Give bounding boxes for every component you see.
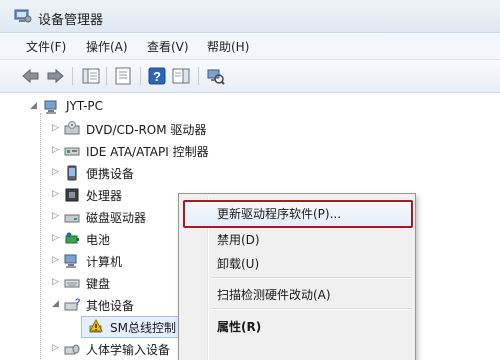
device-manager-icon — [14, 8, 32, 27]
computer-root-icon — [44, 99, 60, 115]
forward-icon[interactable] — [44, 65, 66, 87]
scan-hardware-menu-item[interactable]: 扫描检测硬件改动(A) — [217, 286, 331, 303]
menu-file[interactable]: 文件(F) — [26, 38, 66, 55]
expand-arrow-icon[interactable]: ▷ — [52, 343, 59, 353]
menu-help[interactable]: 帮助(H) — [207, 38, 249, 55]
expand-arrow-icon[interactable]: ▷ — [52, 167, 59, 177]
other-devices-icon: ? — [64, 297, 81, 313]
disk-drive-icon — [64, 209, 80, 225]
scan-hardware-icon[interactable] — [204, 65, 226, 87]
portable-device-icon — [64, 165, 80, 181]
expand-arrow-icon[interactable]: ▷ — [52, 123, 59, 133]
tree-item[interactable]: ▷ IDE ATA/ATAPI 控制器 — [0, 141, 500, 161]
window-title: 设备管理器 — [38, 13, 104, 28]
hid-icon — [64, 341, 80, 357]
tree-item-label: 处理器 — [86, 189, 123, 203]
disable-menu-item[interactable]: 禁用(D) — [217, 231, 260, 248]
collapse-arrow-icon[interactable]: ◢ — [52, 299, 59, 309]
tree-child-selected[interactable]: SM总线控制 — [81, 316, 193, 338]
tree-item-label: 便携设备 — [86, 167, 135, 181]
keyboard-icon — [64, 275, 80, 291]
update-driver-menu-item[interactable]: 更新驱动程序软件(P)... — [217, 205, 341, 222]
device-manager-window: 设备管理器 文件(F) 操作(A) 查看(V) 帮助(H) ? ◢ JYT-PC… — [0, 0, 500, 360]
svg-text:?: ? — [75, 297, 80, 307]
tree-item[interactable]: ▷ DVD/CD-ROM 驱动器 — [0, 119, 500, 139]
menu-view[interactable]: 查看(V) — [147, 38, 189, 55]
expand-arrow-icon[interactable]: ▷ — [52, 255, 59, 265]
tree-child-label: SM总线控制 — [110, 321, 176, 335]
menu-bar: 文件(F) 操作(A) 查看(V) 帮助(H) — [0, 33, 500, 60]
back-icon[interactable] — [20, 65, 42, 87]
expand-arrow-icon[interactable]: ▷ — [52, 277, 59, 287]
expand-arrow-icon[interactable]: ▷ — [52, 145, 59, 155]
expand-arrow-icon[interactable]: ▷ — [52, 189, 59, 199]
svg-text:?: ? — [153, 69, 161, 84]
tree-root[interactable]: ◢ JYT-PC — [0, 97, 500, 117]
processor-icon — [64, 187, 80, 203]
expand-arrow-icon[interactable]: ▷ — [52, 211, 59, 221]
tree-item-label: IDE ATA/ATAPI 控制器 — [86, 145, 209, 159]
action-pane-icon[interactable] — [170, 65, 192, 87]
battery-icon — [64, 231, 80, 247]
title-bar: 设备管理器 — [0, 0, 500, 33]
help-icon[interactable]: ? — [146, 65, 168, 87]
toolbar: ? — [0, 60, 500, 93]
collapse-arrow-icon[interactable]: ◢ — [30, 101, 37, 111]
computer-icon — [64, 253, 80, 269]
tree-item[interactable]: ▷ 便携设备 — [0, 163, 500, 183]
context-menu: 更新驱动程序软件(P)... 禁用(D) 卸载(U) 扫描检测硬件改动(A) 属… — [178, 193, 416, 360]
tree-item-label: 键盘 — [86, 277, 111, 291]
tree-item-label: 计算机 — [86, 255, 123, 269]
show-hide-console-tree-icon[interactable] — [80, 65, 102, 87]
uninstall-menu-item[interactable]: 卸载(U) — [217, 255, 259, 272]
ide-controller-icon — [64, 143, 80, 159]
properties-icon[interactable] — [112, 65, 134, 87]
tree-item-label: 磁盘驱动器 — [86, 211, 147, 225]
warning-device-icon — [88, 318, 104, 335]
dvd-drive-icon — [64, 121, 80, 137]
expand-arrow-icon[interactable]: ▷ — [52, 233, 59, 243]
tree-item-label: 其他设备 — [86, 299, 135, 313]
properties-menu-item[interactable]: 属性(R) — [217, 318, 261, 335]
tree-root-label: JYT-PC — [66, 99, 104, 113]
menu-action[interactable]: 操作(A) — [86, 38, 128, 55]
tree-item-label: 人体学输入设备 — [86, 343, 171, 357]
tree-item-label: 电池 — [86, 233, 111, 247]
tree-item-label: DVD/CD-ROM 驱动器 — [86, 123, 207, 137]
